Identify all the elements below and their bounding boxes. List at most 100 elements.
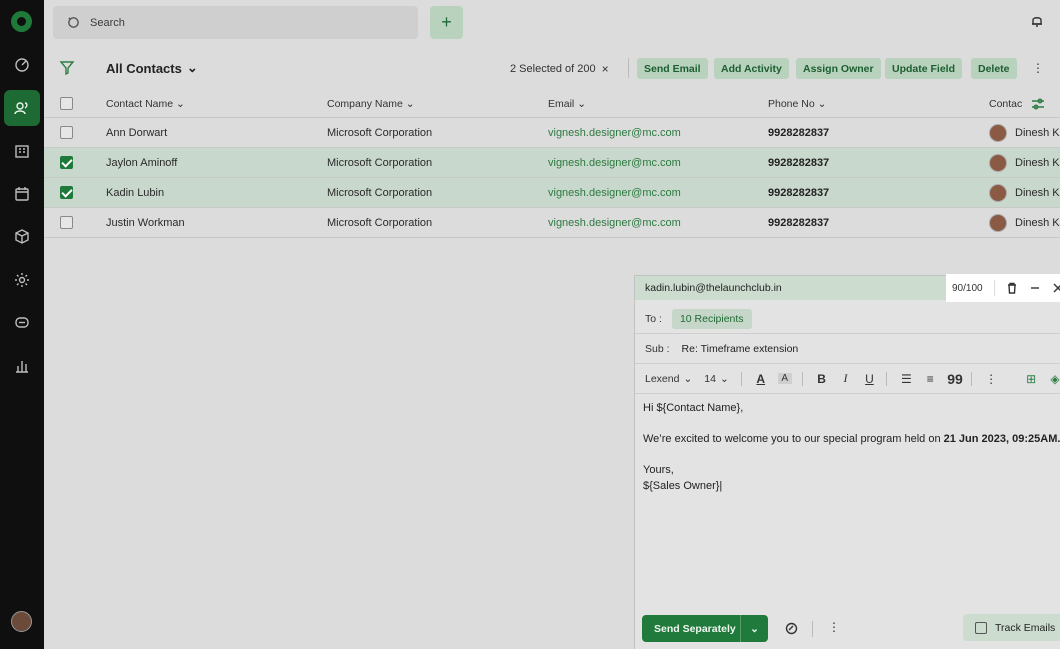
chat-icon[interactable] xyxy=(4,305,40,341)
chevron-down-icon: ⌄ xyxy=(719,372,729,385)
column-header-contact-owner[interactable]: Contac xyxy=(989,90,1022,117)
view-title: All Contacts xyxy=(106,60,182,76)
list-icon[interactable]: ☰ xyxy=(899,372,913,386)
text-color-icon[interactable]: A xyxy=(754,372,768,386)
filter-icon[interactable] xyxy=(59,60,75,76)
subject-input[interactable]: Re: Timeframe extension xyxy=(682,343,799,355)
contact-name-cell[interactable]: Justin Workman xyxy=(106,208,185,237)
phone-cell: 9928282837 xyxy=(768,186,830,199)
quote-icon[interactable]: 99 xyxy=(947,371,963,387)
user-avatar[interactable] xyxy=(11,611,32,632)
calendar-icon[interactable] xyxy=(4,176,40,212)
highlight-color-icon[interactable]: A xyxy=(777,373,792,384)
update-field-button[interactable]: Update Field xyxy=(885,58,963,79)
close-icon[interactable] xyxy=(1052,281,1060,295)
track-emails-checkbox[interactable] xyxy=(975,621,987,634)
table-row[interactable]: Justin Workman Microsoft Corporation vig… xyxy=(44,208,1060,238)
table-row[interactable]: Jaylon Aminoff Microsoft Corporation vig… xyxy=(44,148,1060,178)
divider xyxy=(971,371,973,386)
reports-icon[interactable] xyxy=(4,348,40,384)
template-icon[interactable]: ⊞ xyxy=(1024,372,1038,386)
kebab-icon[interactable]: ⋮ xyxy=(1032,61,1044,75)
owner-cell: Dinesh Ku xyxy=(989,208,1060,237)
plus-icon: + xyxy=(441,12,452,32)
body-line: We’re excited to welcome you to our spec… xyxy=(643,431,1060,447)
email-cell[interactable]: vignesh.designer@mc.com xyxy=(548,178,681,207)
table-row[interactable]: Kadin Lubin Microsoft Corporation vignes… xyxy=(44,178,1060,208)
search-icon xyxy=(68,17,79,28)
bell-icon[interactable] xyxy=(1030,14,1044,28)
body-closing: Yours, xyxy=(643,464,674,476)
products-icon[interactable] xyxy=(4,219,40,255)
font-size-select[interactable]: 14 ⌄ xyxy=(704,373,729,385)
send-separately-button[interactable]: Send Separately ⌄ xyxy=(642,615,768,642)
close-icon[interactable]: × xyxy=(602,62,609,76)
row-select-cell[interactable] xyxy=(60,148,73,177)
row-checkbox[interactable] xyxy=(60,126,73,139)
column-header-email[interactable]: Email ⌄ xyxy=(548,90,586,117)
owner-name: Dinesh Ku xyxy=(1015,216,1060,229)
select-all-checkbox[interactable] xyxy=(60,97,73,110)
owner-name: Dinesh Ku xyxy=(1015,156,1060,169)
body-line-date: 21 Jun 2023, 09:25AM. xyxy=(943,433,1060,445)
kebab-icon[interactable]: ⋮ xyxy=(828,620,842,634)
column-header-phone[interactable]: Phone No ⌄ xyxy=(768,90,826,117)
column-settings-icon[interactable] xyxy=(1031,90,1045,117)
align-icon[interactable]: ≡ xyxy=(923,372,937,386)
chevron-down-icon: ⌄ xyxy=(683,372,693,385)
underline-icon[interactable]: U xyxy=(862,372,876,386)
track-emails-toggle[interactable]: Track Emails xyxy=(963,614,1060,641)
column-header-company-name[interactable]: Company Name ⌄ xyxy=(327,90,415,117)
assign-owner-button[interactable]: Assign Owner xyxy=(796,58,881,79)
email-body-editor[interactable]: Hi ${Contact Name}, We’re excited to wel… xyxy=(643,400,1060,494)
kebab-icon[interactable]: ⋮ xyxy=(984,372,998,386)
select-all-cell[interactable] xyxy=(60,90,73,117)
column-header-label: Contact Name xyxy=(106,97,174,110)
search-input[interactable]: Search xyxy=(53,6,418,39)
contacts-icon[interactable] xyxy=(4,90,40,126)
recipients-chip[interactable]: 10 Recipients xyxy=(671,308,752,329)
trash-icon[interactable] xyxy=(1006,281,1019,295)
row-select-cell[interactable] xyxy=(60,208,73,237)
chevron-down-icon: ⌄ xyxy=(577,97,586,110)
email-cell[interactable]: vignesh.designer@mc.com xyxy=(548,148,681,177)
row-checkbox[interactable] xyxy=(60,216,73,229)
table-row[interactable]: Ann Dorwart Microsoft Corporation vignes… xyxy=(44,118,1060,148)
row-select-cell[interactable] xyxy=(60,178,73,207)
column-header-contact-name[interactable]: Contact Name ⌄ xyxy=(106,90,185,117)
contact-name-cell[interactable]: Ann Dorwart xyxy=(106,118,167,147)
dashboard-icon[interactable] xyxy=(4,47,40,83)
owner-cell: Dinesh Ku xyxy=(989,178,1060,207)
contact-name-cell[interactable]: Jaylon Aminoff xyxy=(106,148,177,177)
delete-button[interactable]: Delete xyxy=(971,58,1017,79)
companies-icon[interactable] xyxy=(4,133,40,169)
column-header-label: Company Name xyxy=(327,97,403,110)
add-activity-button[interactable]: Add Activity xyxy=(714,58,789,79)
selection-status: 2 Selected of 200 × xyxy=(510,62,609,76)
owner-avatar xyxy=(989,123,1007,142)
minimize-icon[interactable] xyxy=(1029,281,1042,295)
italic-icon[interactable]: I xyxy=(839,371,853,386)
body-signature: ${Sales Owner}| xyxy=(643,480,723,492)
email-cell[interactable]: vignesh.designer@mc.com xyxy=(548,118,681,147)
row-checkbox[interactable] xyxy=(60,186,73,199)
bold-icon[interactable]: B xyxy=(815,372,829,386)
attachment-icon[interactable] xyxy=(785,622,799,636)
logo-icon[interactable] xyxy=(11,11,32,32)
left-nav-rail xyxy=(0,0,44,649)
send-email-button[interactable]: Send Email xyxy=(637,58,708,79)
font-family-select[interactable]: Lexend ⌄ xyxy=(645,373,692,385)
owner-name: Dinesh Ku xyxy=(1015,126,1060,139)
row-select-cell[interactable] xyxy=(60,118,73,147)
font-size-value: 14 xyxy=(704,372,716,385)
contact-name-cell[interactable]: Kadin Lubin xyxy=(106,178,164,207)
settings-icon[interactable] xyxy=(4,262,40,298)
chevron-down-icon[interactable]: ⌄ xyxy=(740,615,768,642)
column-header-label: Email xyxy=(548,97,575,110)
row-checkbox[interactable] xyxy=(60,156,73,169)
layers-icon[interactable]: ◈ xyxy=(1048,372,1060,386)
email-cell[interactable]: vignesh.designer@mc.com xyxy=(548,208,681,237)
add-button[interactable]: + xyxy=(430,6,463,39)
track-emails-label: Track Emails xyxy=(995,621,1056,634)
view-selector[interactable]: All Contacts ⌄ xyxy=(106,60,198,76)
